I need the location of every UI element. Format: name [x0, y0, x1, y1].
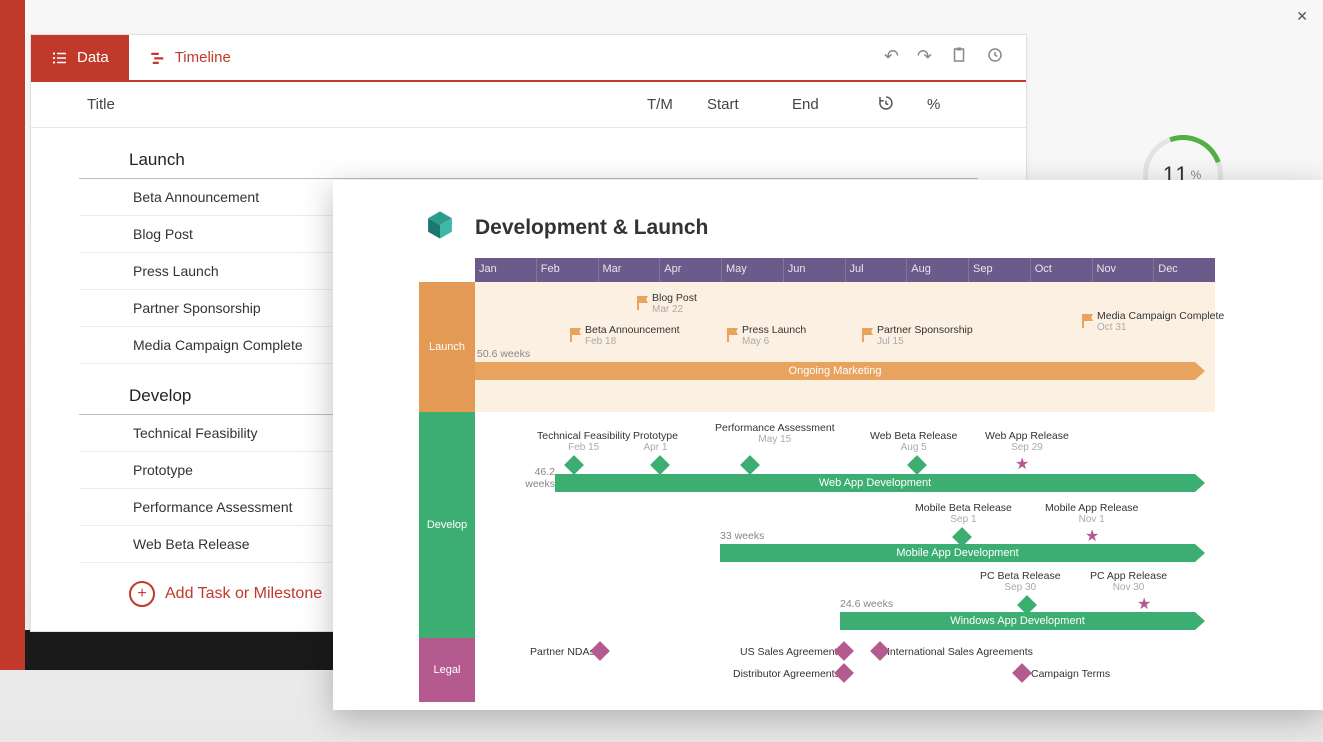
diamond-icon[interactable] [650, 455, 670, 475]
star-icon[interactable]: ★ [1137, 594, 1151, 614]
tab-data[interactable]: Data [31, 35, 129, 80]
col-history-icon [877, 94, 927, 116]
cube-icon [423, 208, 457, 247]
card-header: Development & Launch [333, 180, 1323, 261]
undo-icon[interactable]: ↶ [884, 46, 899, 69]
redo-icon[interactable]: ↷ [917, 46, 932, 69]
milestone-flag[interactable]: Media Campaign CompleteOct 31 [1097, 310, 1224, 334]
clipboard-icon[interactable] [950, 46, 968, 69]
timeline-preview-card: Development & Launch Jan Feb Mar Apr May… [333, 180, 1323, 710]
milestone-label: US Sales Agreements [740, 646, 843, 658]
milestone-label: International Sales Agreements [887, 646, 1033, 658]
swimlane-label: Develop [419, 412, 475, 638]
col-end: End [792, 96, 877, 113]
tab-data-label: Data [77, 49, 109, 66]
col-percent: % [927, 96, 967, 113]
duration-label: 50.6 weeks [477, 348, 530, 360]
diamond-icon[interactable] [740, 455, 760, 475]
duration-label: 24.6 weeks [840, 598, 893, 610]
ribbon-accent [0, 0, 25, 670]
tab-timeline[interactable]: Timeline [129, 35, 251, 80]
col-title: Title [31, 96, 647, 113]
milestone-flag[interactable]: Blog PostMar 22 [652, 292, 697, 316]
card-title: Development & Launch [475, 216, 708, 240]
milestone-flag[interactable]: Press LaunchMay 6 [742, 324, 806, 348]
milestone-label: Performance AssessmentMay 15 [715, 422, 835, 446]
milestone-label: Web App ReleaseSep 29 [985, 430, 1069, 454]
column-header: Title T/M Start End % [31, 82, 1026, 128]
toolbar: ↶ ↷ [884, 46, 1026, 69]
milestone-label: Partner NDAs [530, 646, 595, 658]
section-launch[interactable]: Launch [79, 128, 978, 179]
duration-label: 33 weeks [720, 530, 764, 542]
milestone-flag[interactable]: Beta AnnouncementFeb 18 [585, 324, 680, 348]
milestone-label: Web Beta ReleaseAug 5 [870, 430, 957, 454]
timeline-icon [149, 49, 167, 67]
milestone-label: Mobile App ReleaseNov 1 [1045, 502, 1138, 526]
diamond-icon[interactable] [1012, 663, 1032, 683]
swimlane-label: Legal [419, 638, 475, 702]
milestone-label: PC Beta ReleaseSep 30 [980, 570, 1061, 594]
tab-timeline-label: Timeline [175, 49, 231, 66]
star-icon[interactable]: ★ [1085, 526, 1099, 546]
milestone-label: PC App ReleaseNov 30 [1090, 570, 1167, 594]
star-icon[interactable]: ★ [1015, 454, 1029, 474]
month-axis: Jan Feb Mar Apr May Jun Jul Aug Sep Oct … [475, 258, 1215, 282]
duration-label: 46.2 weeks [505, 466, 555, 490]
list-icon [51, 49, 69, 67]
history-icon[interactable] [986, 46, 1004, 69]
task-bar[interactable]: Windows App Development [840, 612, 1195, 630]
close-button[interactable]: ✕ [1296, 8, 1308, 25]
diamond-icon[interactable] [564, 455, 584, 475]
col-tm: T/M [647, 96, 707, 113]
plus-icon: + [129, 581, 155, 607]
milestone-flag[interactable]: Partner SponsorshipJul 15 [877, 324, 973, 348]
diamond-icon[interactable] [907, 455, 927, 475]
milestone-label: Distributor Agreements [733, 668, 840, 680]
task-bar[interactable]: Ongoing Marketing [475, 362, 1195, 380]
milestone-label: Campaign Terms [1031, 668, 1110, 680]
task-bar[interactable]: Mobile App Development [720, 544, 1195, 562]
milestone-label: Technical FeasibilityFeb 15 [537, 430, 630, 454]
add-task-label: Add Task or Milestone [165, 585, 322, 603]
task-bar[interactable]: Web App Development [555, 474, 1195, 492]
milestone-label: PrototypeApr 1 [633, 430, 678, 454]
swimlane-label: Launch [419, 282, 475, 412]
milestone-label: Mobile Beta ReleaseSep 1 [915, 502, 1012, 526]
col-start: Start [707, 96, 792, 113]
tab-bar: Data Timeline ↶ ↷ [31, 35, 1026, 82]
